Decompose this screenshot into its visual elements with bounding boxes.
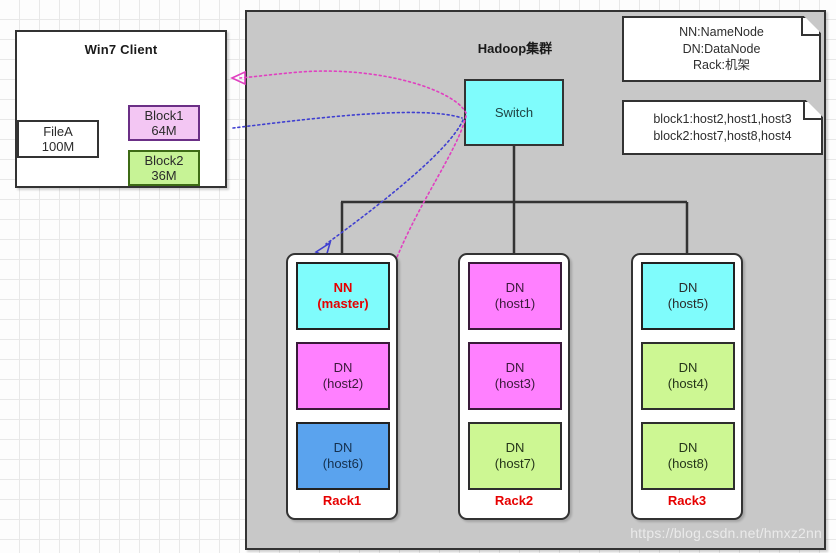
node-host: (master)	[317, 296, 369, 311]
legend-line-2: DN:DataNode	[682, 41, 761, 56]
node-dn-host8[interactable]: DN (host8)	[641, 422, 735, 490]
rack-1-label: Rack1	[322, 493, 362, 508]
legend-line-3: Rack:机架	[693, 58, 750, 73]
block-placement-note: block1:host2,host1,host3 block2:host7,ho…	[622, 100, 823, 155]
node-host: (host5)	[667, 296, 709, 311]
rack-3-label: Rack3	[667, 493, 707, 508]
node-dn-host5[interactable]: DN (host5)	[641, 262, 735, 330]
node-role: NN	[333, 280, 353, 296]
file-a-box[interactable]: FileA 100M	[17, 120, 99, 158]
node-role: DN	[678, 360, 698, 376]
node-host: (host8)	[667, 456, 709, 471]
rack-2-label: Rack2	[494, 493, 534, 508]
block-placement-line-1: block1:host2,host1,host3	[653, 111, 792, 126]
node-dn-host7[interactable]: DN (host7)	[468, 422, 562, 490]
node-dn-host1[interactable]: DN (host1)	[468, 262, 562, 330]
node-role: DN	[505, 280, 525, 296]
node-host: (host3)	[494, 376, 536, 391]
node-nn-master[interactable]: NN (master)	[296, 262, 390, 330]
client-read-response-arrowhead	[230, 70, 246, 86]
block1-size: 64M	[151, 123, 177, 138]
file-a-size: 100M	[41, 139, 75, 154]
node-role: DN	[505, 440, 525, 456]
block2-name: Block2	[144, 152, 184, 168]
node-dn-host6[interactable]: DN (host6)	[296, 422, 390, 490]
node-role: DN	[678, 440, 698, 456]
node-dn-host2[interactable]: DN (host2)	[296, 342, 390, 410]
block2-size: 36M	[151, 168, 177, 183]
block-placement-line-2: block2:host7,host8,host4	[653, 128, 792, 143]
block2-box[interactable]: Block2 36M	[128, 150, 200, 186]
node-host: (host2)	[322, 376, 364, 391]
rack-1[interactable]: NN (master) DN (host2) DN (host6) Rack1	[286, 253, 398, 520]
node-role: DN	[333, 360, 353, 376]
rack-2[interactable]: DN (host1) DN (host3) DN (host7) Rack2	[458, 253, 570, 520]
switch-node[interactable]: Switch	[464, 79, 564, 146]
block1-box[interactable]: Block1 64M	[128, 105, 200, 141]
node-host: (host4)	[667, 376, 709, 391]
switch-label: Switch	[494, 105, 534, 120]
node-host: (host6)	[322, 456, 364, 471]
rack-3[interactable]: DN (host5) DN (host4) DN (host8) Rack3	[631, 253, 743, 520]
client-title: Win7 Client	[84, 42, 158, 57]
node-role: DN	[678, 280, 698, 296]
legend-note: NN:NameNode DN:DataNode Rack:机架	[622, 16, 821, 82]
block1-name: Block1	[144, 107, 184, 123]
file-a-name: FileA	[43, 123, 73, 139]
node-role: DN	[505, 360, 525, 376]
watermark-text: https://blog.csdn.net/hmxz2nn	[630, 525, 822, 541]
node-dn-host4[interactable]: DN (host4)	[641, 342, 735, 410]
node-host: (host7)	[494, 456, 536, 471]
node-host: (host1)	[494, 296, 536, 311]
node-dn-host3[interactable]: DN (host3)	[468, 342, 562, 410]
cluster-title: Hadoop集群	[477, 41, 553, 56]
legend-line-1: NN:NameNode	[679, 24, 764, 39]
diagram-canvas: Hadoop集群 Switch Win7 Client FileA 100M B…	[0, 0, 836, 553]
node-role: DN	[333, 440, 353, 456]
